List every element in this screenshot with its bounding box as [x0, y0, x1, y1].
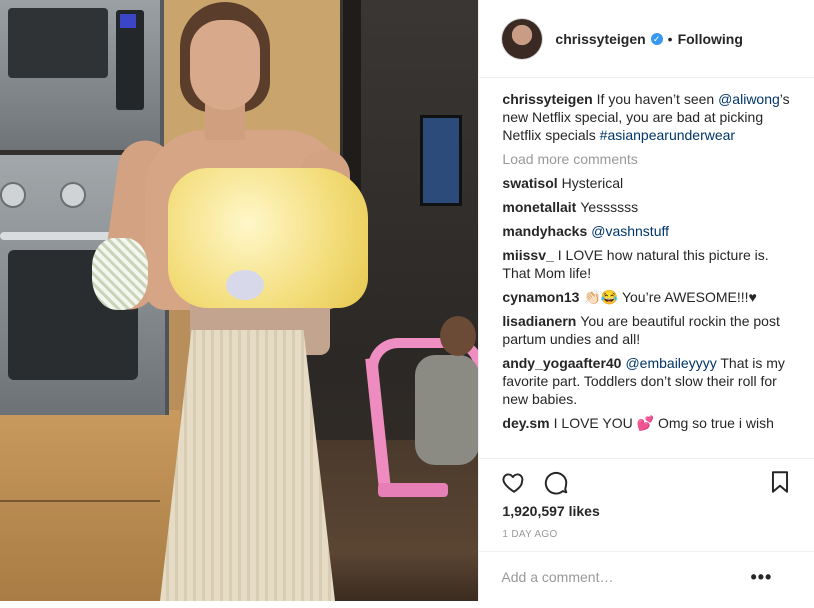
toddler-body [415, 355, 479, 465]
post-photo[interactable] [0, 0, 479, 601]
list-item: cynamon13 👏🏻😂 You’re AWESOME!!!♥ [502, 288, 792, 306]
avatar[interactable] [502, 18, 543, 59]
comment-text: 👏🏻😂 You’re AWESOME!!!♥ [583, 289, 757, 305]
add-comment-bar: ••• [479, 551, 814, 604]
woman-face [190, 20, 260, 110]
comment-bubble-icon[interactable] [543, 469, 569, 495]
caption-mention[interactable]: @aliwong [718, 91, 780, 107]
action-icons-row [501, 469, 793, 495]
comment-mention[interactable]: @vashnstuff [591, 223, 669, 239]
list-item: swatisol Hysterical [502, 174, 792, 192]
comment-text: Hysterical [561, 175, 624, 191]
caption-hashtag[interactable]: #asianpearunderwear [600, 127, 735, 143]
likes-summary: 1,920,597 likes [502, 503, 599, 519]
caption-text-1: If you haven’t seen [596, 91, 719, 107]
add-comment-input[interactable] [501, 562, 752, 592]
cabinet-seam [0, 500, 160, 502]
verified-badge-icon: ✓ [650, 32, 663, 45]
post-timestamp[interactable]: 1 DAY AGO [502, 529, 557, 540]
instagram-post: chrissyteigen ✓ • Following chrissyteige… [0, 0, 814, 601]
microwave-window [8, 8, 108, 78]
comment-username[interactable]: dey.sm [502, 415, 549, 431]
following-button[interactable]: Following [678, 31, 743, 47]
list-item: mandyhacks @vashnstuff [502, 222, 792, 240]
lower-cabinet [0, 410, 180, 601]
oven-knob [0, 182, 26, 208]
comment-text: I LOVE YOU 💕 Omg so true i wish [553, 415, 774, 431]
comment-username[interactable]: miissv_ [502, 247, 553, 263]
caption: chrissyteigen If you haven’t seen @aliwon… [502, 90, 792, 144]
likes-label: likes [568, 503, 600, 519]
comment-username[interactable]: monetallait [502, 199, 576, 215]
list-item: miissv_ I LOVE how natural this picture i… [502, 246, 792, 282]
header-username[interactable]: chrissyteigen [555, 31, 645, 47]
comment-mention[interactable]: @embaileyyyy [625, 355, 716, 371]
heart-icon[interactable] [501, 469, 527, 495]
baby-blanket [168, 168, 368, 308]
baby-foot [226, 270, 264, 300]
comment-username[interactable]: lisadianern [502, 313, 576, 329]
header-separator: • [667, 30, 673, 47]
list-item: dey.sm I LOVE YOU 💕 Omg so true i wish [502, 414, 792, 432]
oven-knob [60, 182, 86, 208]
likes-count[interactable]: 1,920,597 [502, 503, 564, 519]
load-more-comments-button[interactable]: Load more comments [502, 150, 792, 168]
list-item: lisadianern You are beautiful rockin the … [502, 312, 792, 348]
microwave-display [120, 14, 136, 28]
caption-username[interactable]: chrissyteigen [502, 91, 592, 107]
post-details-panel: chrissyteigen ✓ • Following chrissyteige… [478, 0, 814, 601]
comment-username[interactable]: cynamon13 [502, 289, 579, 305]
toddler-head [440, 316, 476, 356]
asian-pear-net [92, 238, 148, 310]
comment-username[interactable]: swatisol [502, 175, 557, 191]
post-header: chrissyteigen ✓ • Following [479, 0, 814, 78]
list-item: andy_yogaafter40 @embaileyyyy That is my … [502, 354, 792, 408]
comments-list: chrissyteigen If you haven’t seen @aliwon… [502, 90, 792, 438]
comment-username[interactable]: andy_yogaafter40 [502, 355, 621, 371]
list-item: monetallait Yessssss [502, 198, 792, 216]
more-options-icon[interactable]: ••• [749, 566, 773, 590]
comment-text: Yessssss [580, 199, 639, 215]
bookmark-icon[interactable] [767, 469, 793, 495]
comment-username[interactable]: mandyhacks [502, 223, 587, 239]
harp-base [378, 483, 448, 497]
background-tv [420, 115, 462, 206]
post-actions: 1,920,597 likes 1 DAY AGO ••• [479, 458, 814, 608]
